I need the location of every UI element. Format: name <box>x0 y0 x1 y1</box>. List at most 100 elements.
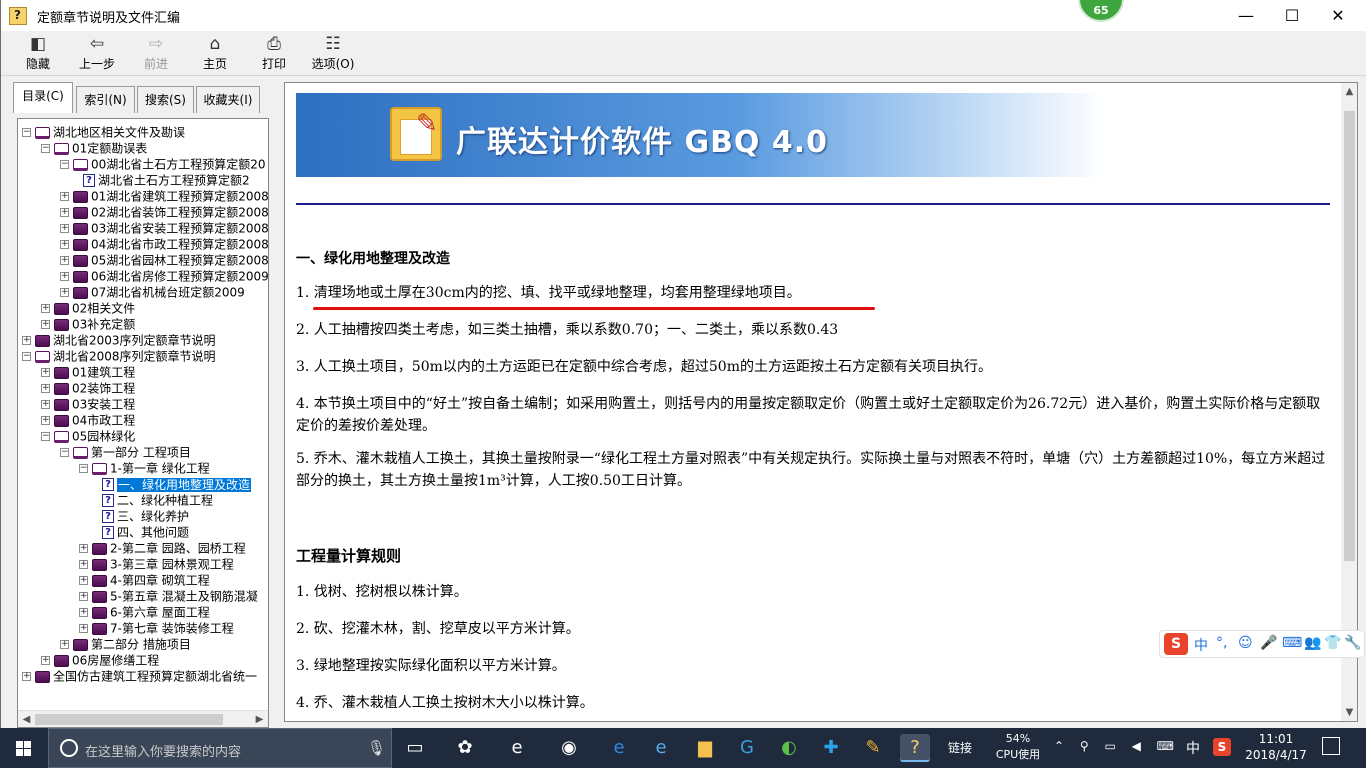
tree-node[interactable]: − 湖北地区相关文件及勘误 <box>22 124 185 140</box>
tree-node[interactable]: +3-第三章 园林景观工程 <box>79 556 234 572</box>
tree-node[interactable]: + 湖北省2003序列定额章节说明 <box>22 332 216 348</box>
sogou-logo-icon[interactable]: S <box>1164 633 1188 655</box>
close-button[interactable]: ✕ <box>1315 0 1361 31</box>
tree-node[interactable]: +01建筑工程 <box>41 364 135 380</box>
tray-icons[interactable]: ⌃ ⚲ ▭ ◀ ⌨ <box>1054 739 1180 753</box>
tab-search[interactable]: 搜索(S) <box>137 86 194 113</box>
contents-tree[interactable]: − 湖北地区相关文件及勘误 −01定额勘误表 −00湖北省土石方工程预算定额20? 湖北… <box>18 119 268 711</box>
scroll-up-icon[interactable]: ▲ <box>1341 83 1357 100</box>
ime-lang-label[interactable]: 中 <box>1194 635 1208 655</box>
skin-icon[interactable]: 👕 <box>1324 635 1341 651</box>
tree-node[interactable]: +03湖北省安装工程预算定额2008 <box>60 220 268 236</box>
scroll-down-icon[interactable]: ▼ <box>1341 704 1357 721</box>
expand-icon[interactable]: + <box>60 272 69 281</box>
tree-node[interactable]: +03补充定额 <box>41 316 135 332</box>
tree-node[interactable]: ? 一、绿化用地整理及改造 <box>98 476 252 492</box>
ime-toolbar[interactable]: S 中 °, ☺ 🎤 ⌨ 👥 👕 🔧 <box>1159 630 1365 658</box>
expand-icon[interactable]: + <box>22 672 31 681</box>
file-explorer-icon[interactable]: ▆ <box>690 734 720 762</box>
expand-icon[interactable]: + <box>60 208 69 217</box>
expand-icon[interactable]: + <box>60 224 69 233</box>
pinwheel-app-icon[interactable]: ✿ <box>450 734 480 762</box>
scroll-thumb[interactable] <box>1344 111 1355 561</box>
tree-node[interactable]: − 第一部分 工程项目 <box>60 444 191 460</box>
hide-button[interactable]: ◧ 隐藏 <box>10 33 66 75</box>
tab-index[interactable]: 索引(N) <box>76 86 135 113</box>
expand-icon[interactable]: + <box>60 256 69 265</box>
sogou-tray-icon[interactable]: S <box>1213 738 1231 756</box>
tree-node[interactable]: +02相关文件 <box>41 300 135 316</box>
tree-node[interactable]: ? 四、其他问题 <box>98 524 189 540</box>
content-vertical-scrollbar[interactable]: ▲ ▼ <box>1341 83 1357 721</box>
microphone-icon[interactable]: 🎙 <box>367 739 386 757</box>
tray-ime-label[interactable]: 中 <box>1186 738 1200 758</box>
print-button[interactable]: ⎙ 打印 <box>246 33 302 75</box>
tab-favorites[interactable]: 收藏夹(I) <box>196 86 260 113</box>
yellow-app-icon[interactable]: ✎ <box>858 734 888 762</box>
collapse-icon[interactable]: − <box>22 128 31 137</box>
clock[interactable]: 11:01 2018/4/17 <box>1244 731 1308 763</box>
tree-node[interactable]: +06房屋修缮工程 <box>41 652 159 668</box>
tray-links-label[interactable]: 链接 <box>948 739 972 756</box>
tree-node[interactable]: +6-第六章 屋面工程 <box>79 604 210 620</box>
maximize-button[interactable]: ☐ <box>1269 0 1315 31</box>
tree-node[interactable]: ? 二、绿化种植工程 <box>98 492 213 508</box>
tree-node[interactable]: +03安装工程 <box>41 396 135 412</box>
expand-icon[interactable]: + <box>79 544 88 553</box>
start-button[interactable] <box>0 728 48 768</box>
taskbar-search-box[interactable]: 在这里输入你要搜索的内容 🎙 <box>48 728 392 768</box>
keyboard-icon[interactable]: ⌨ <box>1282 635 1302 651</box>
expand-icon[interactable]: + <box>41 656 50 665</box>
collapse-icon[interactable]: − <box>79 464 88 473</box>
tree-node[interactable]: ? 三、绿化养护 <box>98 508 189 524</box>
scroll-left-icon[interactable]: ◀ <box>18 711 35 728</box>
expand-icon[interactable]: + <box>60 288 69 297</box>
scroll-right-icon[interactable]: ▶ <box>251 711 268 728</box>
collapse-icon[interactable]: − <box>60 160 69 169</box>
help-window-taskbar-icon[interactable]: ? <box>900 734 930 762</box>
tree-node[interactable]: +07湖北省机械台班定额2009 <box>60 284 245 300</box>
tree-node[interactable]: − 05园林绿化 <box>41 428 135 444</box>
tree-horizontal-scrollbar[interactable]: ◀ ▶ <box>18 710 268 727</box>
green-app-icon[interactable]: ◐ <box>774 734 804 762</box>
blue-app-icon[interactable]: ✚ <box>816 734 846 762</box>
tree-node[interactable]: +2-第二章 园路、园桥工程 <box>79 540 246 556</box>
expand-icon[interactable]: + <box>41 416 50 425</box>
tree-node[interactable]: +01湖北省建筑工程预算定额2008 <box>60 188 268 204</box>
options-button[interactable]: ☷ 选项(O) <box>305 33 361 75</box>
cpu-usage-widget[interactable]: 54% CPU使用 <box>990 731 1046 763</box>
back-button[interactable]: ⇦ 上一步 <box>69 33 125 75</box>
collapse-icon[interactable]: − <box>60 448 69 457</box>
task-view-icon[interactable]: ▭ <box>400 734 430 762</box>
tree-node[interactable]: +5-第五章 混凝土及钢筋混凝 <box>79 588 258 604</box>
expand-icon[interactable]: + <box>41 320 50 329</box>
action-center-icon[interactable] <box>1322 737 1340 755</box>
collapse-icon[interactable]: − <box>41 432 50 441</box>
tree-node[interactable]: +06湖北省房修工程预算定额2009 <box>60 268 268 284</box>
expand-icon[interactable]: + <box>41 304 50 313</box>
home-button[interactable]: ⌂ 主页 <box>187 33 243 75</box>
expand-icon[interactable]: + <box>60 640 69 649</box>
expand-icon[interactable]: + <box>41 384 50 393</box>
tree-node[interactable]: +04湖北省市政工程预算定额2008 <box>60 236 268 252</box>
expand-icon[interactable]: + <box>79 608 88 617</box>
expand-icon[interactable]: + <box>41 400 50 409</box>
wrench-icon[interactable]: 🔧 <box>1344 635 1361 651</box>
tree-node[interactable]: +7-第七章 装饰装修工程 <box>79 620 234 636</box>
ie-blue-icon[interactable]: e <box>646 734 676 762</box>
tree-node[interactable]: +04市政工程 <box>41 412 135 428</box>
title-bar[interactable]: 定额章节说明及文件汇编 65 — ☐ ✕ <box>1 0 1366 31</box>
punctuation-icon[interactable]: °, <box>1216 635 1227 651</box>
expand-icon[interactable]: + <box>79 592 88 601</box>
user-icon[interactable]: 👥 <box>1304 635 1321 651</box>
expand-icon[interactable]: + <box>22 336 31 345</box>
tree-node[interactable]: + 全国仿古建筑工程预算定额湖北省统一 <box>22 668 257 684</box>
tree-node[interactable]: +4-第四章 砌筑工程 <box>79 572 210 588</box>
scroll-thumb[interactable] <box>35 714 223 725</box>
notification-app-icon[interactable]: ◉ <box>554 734 584 762</box>
tree-node[interactable]: − 1-第一章 绿化工程 <box>79 460 210 476</box>
tree-node[interactable]: ? 湖北省土石方工程预算定额2 <box>79 172 250 188</box>
tree-node[interactable]: − 湖北省2008序列定额章节说明 <box>22 348 216 364</box>
tree-node[interactable]: − 00湖北省土石方工程预算定额20 <box>60 156 266 172</box>
mic-icon[interactable]: 🎤 <box>1260 635 1277 651</box>
